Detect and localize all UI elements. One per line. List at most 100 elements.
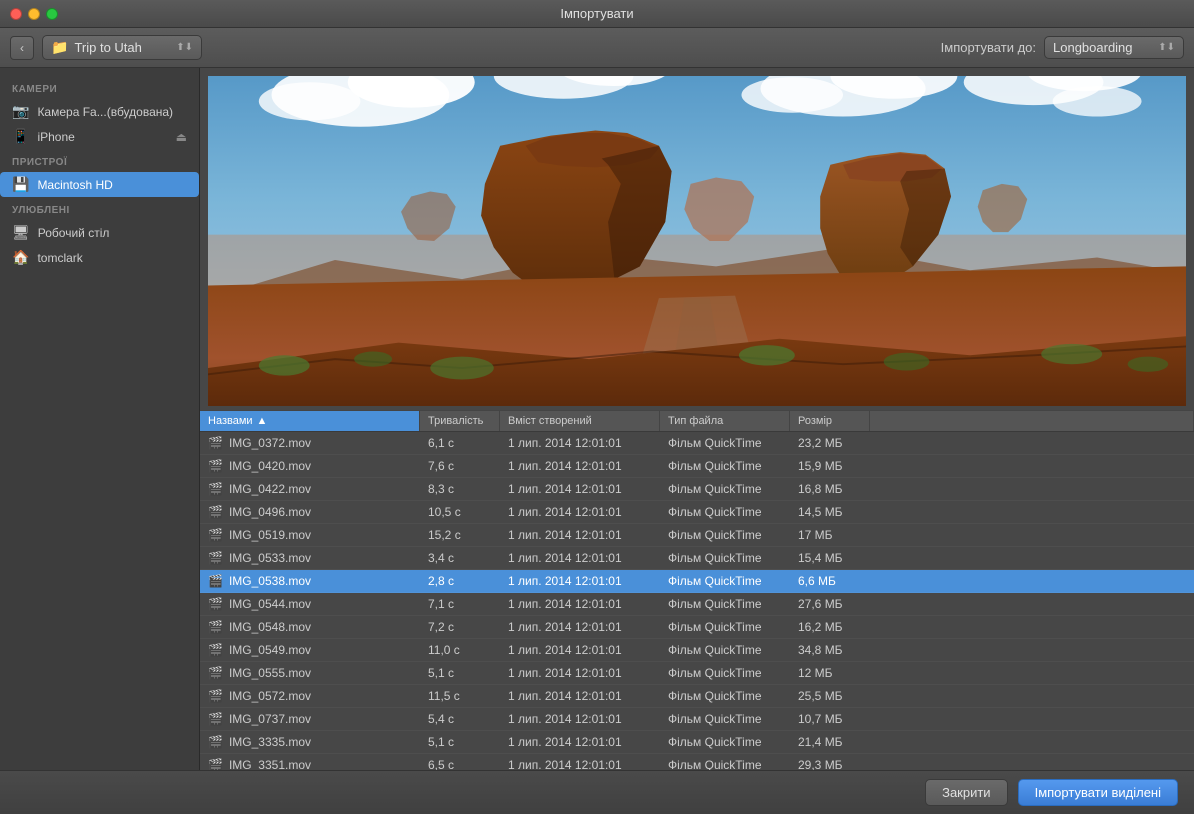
iphone-icon: 📱: [12, 128, 29, 145]
maximize-button[interactable]: [46, 8, 58, 20]
file-type-cell: Фільм QuickTime: [660, 662, 790, 684]
file-type-cell: Фільм QuickTime: [660, 731, 790, 753]
home-label: tomclark: [37, 251, 82, 265]
file-size-cell: 12 МБ: [790, 662, 870, 684]
sidebar-item-desktop[interactable]: 🖥 Робочий стіл: [0, 220, 199, 245]
file-duration-cell: 5,1 с: [420, 662, 500, 684]
file-duration-cell: 5,4 с: [420, 708, 500, 730]
file-list-body[interactable]: 🎬 IMG_0372.mov 6,1 с 1 лип. 2014 12:01:0…: [200, 432, 1194, 770]
file-icon: 🎬: [208, 620, 223, 634]
table-row[interactable]: 🎬 IMG_0548.mov 7,2 с 1 лип. 2014 12:01:0…: [200, 616, 1194, 639]
file-created-cell: 1 лип. 2014 12:01:01: [500, 685, 660, 707]
file-created-cell: 1 лип. 2014 12:01:01: [500, 662, 660, 684]
bottom-bar: Закрити Імпортувати виділені: [0, 770, 1194, 814]
file-type-cell: Фільм QuickTime: [660, 501, 790, 523]
content-area: Назвами ▲ Тривалість Вміст створений Тип…: [200, 68, 1194, 770]
file-extra-cell: [870, 715, 1194, 723]
col-header-name[interactable]: Назвами ▲: [200, 411, 420, 431]
file-duration-cell: 6,1 с: [420, 432, 500, 454]
file-icon: 🎬: [208, 551, 223, 565]
file-type-cell: Фільм QuickTime: [660, 685, 790, 707]
table-row[interactable]: 🎬 IMG_0572.mov 11,5 с 1 лип. 2014 12:01:…: [200, 685, 1194, 708]
file-type-cell: Фільм QuickTime: [660, 616, 790, 638]
file-name-cell: 🎬 IMG_0555.mov: [200, 662, 420, 684]
file-extra-cell: [870, 508, 1194, 516]
table-row[interactable]: 🎬 IMG_0737.mov 5,4 с 1 лип. 2014 12:01:0…: [200, 708, 1194, 731]
file-duration-cell: 7,6 с: [420, 455, 500, 477]
file-extra-cell: [870, 669, 1194, 677]
minimize-button[interactable]: [28, 8, 40, 20]
file-type-cell: Фільм QuickTime: [660, 547, 790, 569]
table-row[interactable]: 🎬 IMG_3351.mov 6,5 с 1 лип. 2014 12:01:0…: [200, 754, 1194, 770]
file-extra-cell: [870, 738, 1194, 746]
folder-dropdown-arrow: ⬆⬇: [176, 42, 193, 53]
file-extra-cell: [870, 485, 1194, 493]
table-row[interactable]: 🎬 IMG_0422.mov 8,3 с 1 лип. 2014 12:01:0…: [200, 478, 1194, 501]
file-icon: 🎬: [208, 643, 223, 657]
folder-selector[interactable]: 📁 Trip to Utah ⬆⬇: [42, 35, 202, 60]
close-button[interactable]: [10, 8, 22, 20]
col-header-rest: [870, 411, 1194, 431]
table-row[interactable]: 🎬 IMG_0538.mov 2,8 с 1 лип. 2014 12:01:0…: [200, 570, 1194, 593]
file-icon: 🎬: [208, 459, 223, 473]
window-title: Імпортувати: [560, 6, 633, 21]
col-header-duration[interactable]: Тривалість: [420, 411, 500, 431]
import-destination-selector[interactable]: Longboarding ⬆⬇: [1044, 36, 1184, 59]
file-size-cell: 10,7 МБ: [790, 708, 870, 730]
table-row[interactable]: 🎬 IMG_0544.mov 7,1 с 1 лип. 2014 12:01:0…: [200, 593, 1194, 616]
file-type-cell: Фільм QuickTime: [660, 754, 790, 770]
file-list-header: Назвами ▲ Тривалість Вміст створений Тип…: [200, 410, 1194, 432]
table-row[interactable]: 🎬 IMG_3335.mov 5,1 с 1 лип. 2014 12:01:0…: [200, 731, 1194, 754]
file-name-cell: 🎬 IMG_0549.mov: [200, 639, 420, 661]
file-icon: 🎬: [208, 436, 223, 450]
file-size-cell: 15,9 МБ: [790, 455, 870, 477]
table-row[interactable]: 🎬 IMG_0555.mov 5,1 с 1 лип. 2014 12:01:0…: [200, 662, 1194, 685]
table-row[interactable]: 🎬 IMG_0372.mov 6,1 с 1 лип. 2014 12:01:0…: [200, 432, 1194, 455]
file-icon: 🎬: [208, 528, 223, 542]
eject-button[interactable]: ⏏: [176, 130, 187, 144]
file-size-cell: 21,4 МБ: [790, 731, 870, 753]
back-button[interactable]: ‹: [10, 36, 34, 60]
file-icon: 🎬: [208, 666, 223, 680]
col-header-created[interactable]: Вміст створений: [500, 411, 660, 431]
file-size-cell: 17 МБ: [790, 524, 870, 546]
table-row[interactable]: 🎬 IMG_0496.mov 10,5 с 1 лип. 2014 12:01:…: [200, 501, 1194, 524]
file-icon: 🎬: [208, 689, 223, 703]
import-button[interactable]: Імпортувати виділені: [1018, 779, 1178, 806]
file-type-cell: Фільм QuickTime: [660, 708, 790, 730]
main-area: КАМЕРИ 📷 Камера Fa...(вбудована) 📱 iPhon…: [0, 68, 1194, 770]
file-size-cell: 14,5 МБ: [790, 501, 870, 523]
file-duration-cell: 15,2 с: [420, 524, 500, 546]
table-row[interactable]: 🎬 IMG_0519.mov 15,2 с 1 лип. 2014 12:01:…: [200, 524, 1194, 547]
table-row[interactable]: 🎬 IMG_0549.mov 11,0 с 1 лип. 2014 12:01:…: [200, 639, 1194, 662]
camera-icon: 📷: [12, 103, 29, 120]
titlebar: Імпортувати: [0, 0, 1194, 28]
sidebar-item-home[interactable]: 🏠 tomclark: [0, 245, 199, 270]
file-extra-cell: [870, 554, 1194, 562]
col-header-size[interactable]: Розмір: [790, 411, 870, 431]
sidebar-item-macintosh[interactable]: 💾 Macintosh HD: [0, 172, 199, 197]
folder-name: Trip to Utah: [74, 40, 141, 55]
harddrive-icon: 💾: [12, 176, 29, 193]
file-duration-cell: 5,1 с: [420, 731, 500, 753]
sidebar-item-iphone[interactable]: 📱 iPhone ⏏: [0, 124, 199, 149]
sidebar-item-builtin-camera[interactable]: 📷 Камера Fa...(вбудована): [0, 99, 199, 124]
table-row[interactable]: 🎬 IMG_0533.mov 3,4 с 1 лип. 2014 12:01:0…: [200, 547, 1194, 570]
window-controls[interactable]: [10, 8, 58, 20]
file-created-cell: 1 лип. 2014 12:01:01: [500, 478, 660, 500]
file-duration-cell: 11,0 с: [420, 639, 500, 661]
file-name-cell: 🎬 IMG_3351.mov: [200, 754, 420, 770]
desktop-label: Робочий стіл: [38, 226, 110, 240]
file-name-cell: 🎬 IMG_0372.mov: [200, 432, 420, 454]
file-duration-cell: 8,3 с: [420, 478, 500, 500]
home-icon: 🏠: [12, 249, 29, 266]
col-header-type[interactable]: Тип файла: [660, 411, 790, 431]
file-name-cell: 🎬 IMG_0572.mov: [200, 685, 420, 707]
file-size-cell: 25,5 МБ: [790, 685, 870, 707]
file-size-cell: 16,8 МБ: [790, 478, 870, 500]
file-name-cell: 🎬 IMG_0519.mov: [200, 524, 420, 546]
file-created-cell: 1 лип. 2014 12:01:01: [500, 455, 660, 477]
table-row[interactable]: 🎬 IMG_0420.mov 7,6 с 1 лип. 2014 12:01:0…: [200, 455, 1194, 478]
file-extra-cell: [870, 600, 1194, 608]
cancel-button[interactable]: Закрити: [925, 779, 1007, 806]
